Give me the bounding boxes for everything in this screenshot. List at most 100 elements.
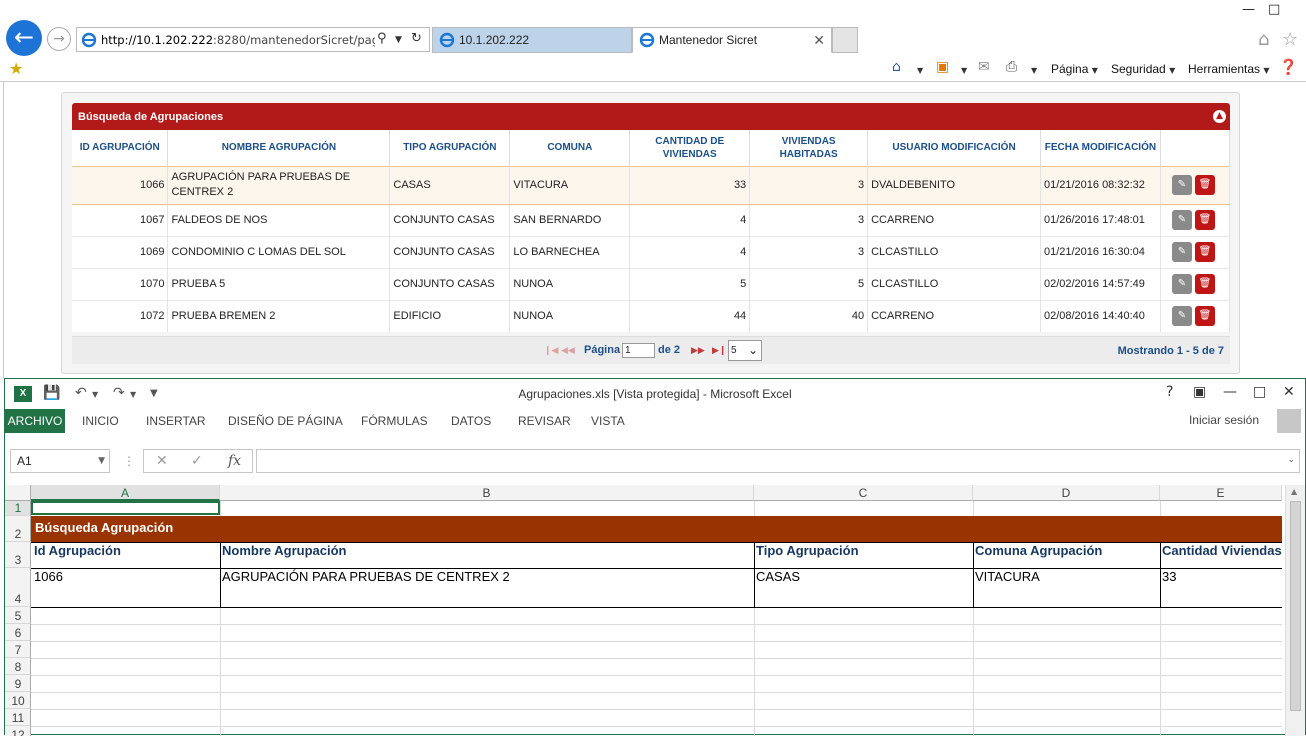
tab-datos[interactable]: DATOS — [451, 414, 491, 428]
col-header-usuario[interactable]: USUARIO MODIFICACIÓN — [867, 130, 1041, 166]
search-icon[interactable]: ⚲ — [377, 31, 387, 46]
active-cell-a1[interactable] — [31, 501, 220, 515]
column-header-b[interactable]: B — [220, 485, 754, 501]
collapse-icon[interactable]: ▲ — [1213, 110, 1226, 123]
col-header-comuna[interactable]: COMUNA — [509, 130, 631, 166]
maximize-icon[interactable]: □ — [1268, 2, 1280, 17]
row-header[interactable]: 10 — [5, 692, 31, 709]
excel-header-nombre[interactable]: Nombre Agrupación — [222, 543, 346, 558]
maximize-icon[interactable]: □ — [1253, 384, 1266, 400]
help-icon[interactable]: ? — [1166, 384, 1173, 400]
delete-trash-icon[interactable]: 🗑 — [1194, 306, 1215, 327]
minimize-icon[interactable]: — — [1223, 384, 1237, 400]
row-header[interactable]: 4 — [5, 568, 31, 607]
tab-10-1-202-222[interactable]: 10.1.202.222 — [432, 27, 632, 53]
close-tab-icon[interactable]: ✕ — [813, 28, 825, 52]
favorites-star-icon[interactable]: ☆ — [1282, 29, 1298, 50]
row-header[interactable]: 1 — [5, 501, 31, 516]
name-box[interactable]: A1 ▼ — [10, 449, 110, 473]
excel-cell-comuna[interactable]: VITACURA — [975, 569, 1040, 584]
formula-input[interactable]: ⌄ — [256, 449, 1300, 473]
insert-function-icon[interactable]: fx — [228, 453, 241, 469]
col-header-habitadas[interactable]: VIVIENDAS HABITADAS — [749, 130, 869, 166]
back-arrow-icon[interactable]: ← — [6, 20, 42, 56]
delete-trash-icon[interactable]: 🗑 — [1194, 274, 1215, 294]
table-row[interactable]: 1066 AGRUPACIÓN PARA PRUEBAS DE CENTREX … — [72, 165, 1231, 205]
edit-pencil-icon[interactable]: ✎ — [1171, 242, 1192, 262]
refresh-icon[interactable]: ↻ — [411, 31, 422, 46]
chevron-down-icon[interactable]: ▼ — [917, 62, 923, 76]
chevron-down-icon[interactable]: ▼ — [1031, 62, 1037, 76]
col-header-nombre[interactable]: NOMBRE AGRUPACIÓN — [167, 130, 391, 166]
row-header[interactable]: 3 — [5, 542, 31, 568]
tab-revisar[interactable]: REVISAR — [518, 414, 571, 428]
excel-cell-tipo[interactable]: CASAS — [756, 569, 800, 584]
seguridad-menu[interactable]: Seguridad ▼ — [1111, 62, 1175, 76]
prev-page-icon[interactable]: ◀◀ — [561, 346, 575, 356]
column-header-a[interactable]: A — [31, 485, 220, 501]
column-header-d[interactable]: D — [973, 485, 1160, 501]
ribbon-display-icon[interactable]: ▣ — [1193, 384, 1206, 400]
avatar[interactable] — [1277, 409, 1301, 433]
pagina-menu[interactable]: Página ▼ — [1051, 62, 1098, 76]
table-row[interactable]: 1070 PRUEBA 5 CONJUNTO CASAS NUNOA 5 5 C… — [72, 267, 1231, 300]
next-page-icon[interactable]: ▶▶ — [691, 346, 705, 356]
tab-insertar[interactable]: INSERTAR — [146, 414, 206, 428]
col-header-fecha[interactable]: FECHA MODIFICACIÓN — [1040, 130, 1161, 166]
row-header[interactable]: 5 — [5, 607, 31, 624]
help-icon[interactable]: ❓ — [1279, 58, 1298, 76]
minimize-icon[interactable]: — — [1242, 2, 1255, 17]
row-header[interactable]: 11 — [5, 709, 31, 726]
excel-header-comuna[interactable]: Comuna Agrupación — [975, 543, 1102, 558]
edit-pencil-icon[interactable]: ✎ — [1171, 274, 1192, 294]
tab-diseno-de-pagina[interactable]: DISEÑO DE PÁGINA — [228, 414, 343, 428]
edit-pencil-icon[interactable]: ✎ — [1171, 175, 1192, 195]
page-number-input[interactable]: 1 — [622, 343, 655, 358]
address-bar[interactable]: http://10.1.202.222:8280/mantenedorSicre… — [76, 27, 430, 52]
tab-inicio[interactable]: INICIO — [82, 414, 119, 428]
excel-header-id[interactable]: Id Agrupación — [34, 543, 121, 558]
delete-trash-icon[interactable]: 🗑 — [1194, 210, 1215, 230]
close-icon[interactable]: ✕ — [1283, 384, 1295, 400]
sign-in-link[interactable]: Iniciar sesión — [1189, 413, 1259, 427]
tab-vista[interactable]: VISTA — [591, 414, 625, 428]
table-row[interactable]: 1069 CONDOMINIO C LOMAS DEL SOL CONJUNTO… — [72, 235, 1231, 268]
confirm-check-icon[interactable]: ✓ — [191, 453, 203, 469]
row-header[interactable]: 8 — [5, 658, 31, 675]
last-page-icon[interactable]: ▶❙ — [712, 346, 726, 356]
select-all-corner[interactable] — [5, 485, 31, 501]
delete-trash-icon[interactable]: 🗑 — [1194, 175, 1215, 195]
chevron-down-icon[interactable]: ▼ — [395, 35, 402, 45]
delete-trash-icon[interactable]: 🗑 — [1194, 242, 1215, 262]
col-header-cantidad[interactable]: CANTIDAD DE VIVIENDAS — [629, 130, 751, 166]
home-icon[interactable]: ⌂ — [1258, 29, 1269, 50]
row-header[interactable]: 6 — [5, 624, 31, 641]
chevron-down-icon[interactable]: ▼ — [961, 62, 967, 76]
forward-arrow-icon[interactable]: → — [47, 27, 71, 51]
home-icon[interactable]: ⌂ — [892, 59, 901, 75]
vertical-scrollbar[interactable]: ▲ — [1285, 485, 1305, 736]
table-row[interactable]: 1067 FALDEOS DE NOS CONJUNTO CASAS SAN B… — [72, 203, 1231, 236]
row-header[interactable]: 9 — [5, 675, 31, 692]
row-header[interactable]: 7 — [5, 641, 31, 658]
scrollbar-thumb[interactable] — [1290, 501, 1301, 711]
tab-archivo[interactable]: ARCHIVO — [5, 409, 65, 433]
scroll-up-icon[interactable]: ▲ — [1291, 487, 1297, 496]
new-tab-button[interactable] — [832, 27, 858, 53]
tab-formulas[interactable]: FÓRMULAS — [361, 414, 428, 428]
row-header[interactable]: 2 — [5, 516, 31, 542]
table-row[interactable]: 1072 PRUEBA BREMEN 2 EDIFICIO NUNOA 44 4… — [72, 299, 1231, 332]
first-page-icon[interactable]: ❙◀ — [544, 346, 558, 356]
excel-cell-cantidad[interactable]: 33 — [1162, 569, 1176, 584]
edit-pencil-icon[interactable]: ✎ — [1171, 306, 1192, 327]
favorites-bar-icon[interactable]: ★ — [9, 59, 23, 78]
rss-feed-icon[interactable]: ▣ — [936, 59, 949, 75]
page-size-select[interactable]: 5 ⌄ — [728, 340, 762, 361]
edit-pencil-icon[interactable]: ✎ — [1171, 210, 1192, 230]
tab-mantenedor-sicret[interactable]: Mantenedor Sicret ✕ — [632, 27, 832, 53]
column-header-e[interactable]: E — [1160, 485, 1282, 501]
print-icon[interactable]: ⎙ — [1006, 59, 1017, 75]
mail-icon[interactable]: ✉ — [978, 59, 990, 75]
col-header-id[interactable]: ID AGRUPACIÓN — [72, 130, 169, 166]
cancel-x-icon[interactable]: ✕ — [156, 453, 168, 469]
